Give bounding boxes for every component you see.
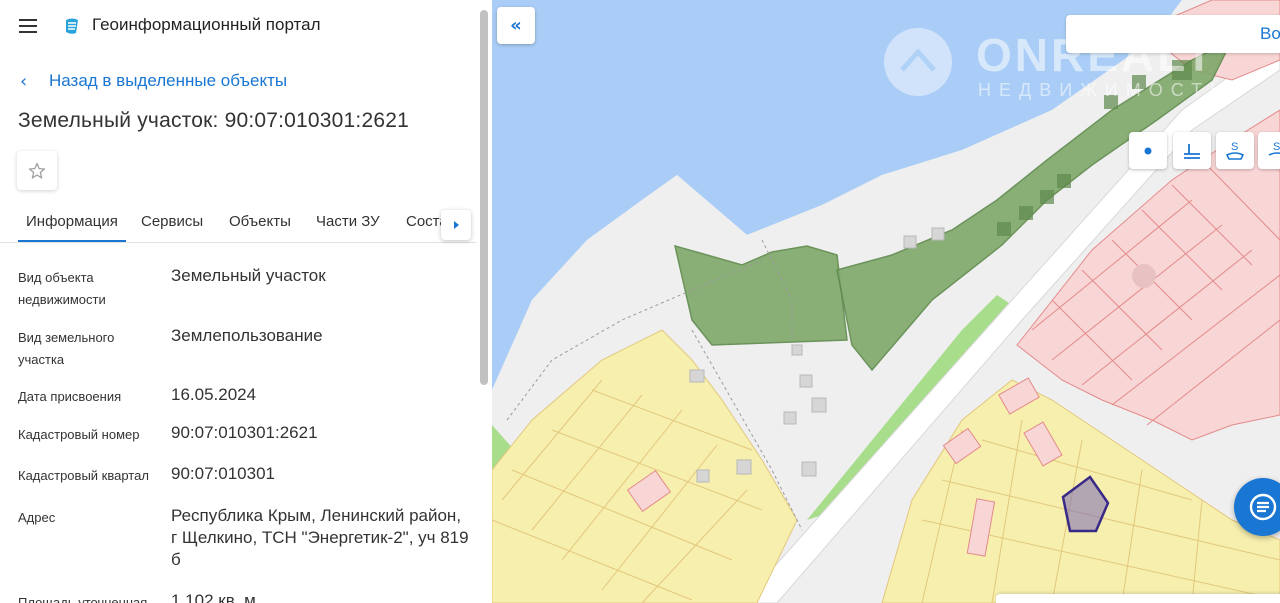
area-measure-alt-button[interactable]: S — [1258, 132, 1280, 169]
point-icon — [1144, 147, 1152, 154]
round-structure — [1132, 264, 1156, 288]
area-measure-alt-icon: S — [1268, 141, 1280, 156]
tabs-scroll-right-button[interactable] — [441, 210, 471, 240]
top-bar: Геоинформационный портал — [0, 0, 480, 52]
area-measure-button[interactable]: S — [1216, 132, 1254, 169]
tab-bar: Информация Сервисы Объекты Части ЗУ Сост… — [0, 203, 476, 243]
tab-parcel-parts[interactable]: Части ЗУ — [316, 213, 380, 230]
tab-information[interactable]: Информация — [18, 213, 126, 242]
svg-text:S: S — [1273, 141, 1280, 153]
info-value: 1 102 кв. м — [171, 591, 256, 603]
star-icon — [28, 162, 46, 179]
info-value: Землепользование — [171, 326, 323, 345]
object-title: Земельный участок: 90:07:010301:2621 — [18, 109, 409, 132]
info-label: Кадастровый номер — [18, 427, 140, 442]
back-link-label: Назад в выделенные объекты — [49, 71, 288, 90]
collapse-panel-button[interactable]: « — [497, 7, 535, 44]
svg-text:S: S — [1231, 141, 1238, 153]
tab-objects[interactable]: Объекты — [229, 213, 291, 230]
portal-title: Геоинформационный портал — [92, 15, 321, 34]
watermark-logo-icon — [884, 28, 952, 96]
info-label: Вид земельного участка — [18, 330, 115, 367]
map-search-placeholder: Во — [1260, 24, 1280, 43]
watermark-subtext: НЕДВИЖИМОСТЬ — [978, 80, 1230, 100]
caret-right-icon — [454, 221, 459, 229]
info-value: 16.05.2024 — [171, 385, 257, 404]
info-label: Вид объекта недвижимости — [18, 270, 106, 307]
portal-logo-icon — [66, 18, 78, 34]
map-search-box[interactable]: Во — [1066, 15, 1280, 53]
map-bottom-panel — [996, 594, 1280, 603]
tab-services[interactable]: Сервисы — [141, 213, 203, 230]
panel-scrollbar[interactable] — [480, 10, 488, 385]
point-tool-button[interactable] — [1129, 132, 1167, 169]
info-value: Земельный участок — [171, 266, 326, 285]
ruler-tool-button[interactable] — [1173, 132, 1211, 169]
back-link[interactable]: ‹ Назад в выделенные объекты — [20, 69, 287, 93]
info-value: 90:07:010301 — [171, 464, 275, 483]
chevron-left-icon: ‹ — [20, 70, 28, 92]
info-label: Адрес — [18, 510, 56, 525]
info-value: 90:07:010301:2621 — [171, 423, 318, 442]
info-panel: Геоинформационный портал ‹ Назад в выдел… — [0, 0, 492, 603]
info-label: Кадастровый квартал — [18, 468, 149, 483]
menu-icon[interactable] — [17, 14, 41, 38]
chat-icon — [1249, 493, 1277, 521]
info-value: Республика Крым, Ленинский район, г Щелк… — [171, 506, 469, 569]
info-label: Площадь уточненная — [18, 595, 148, 603]
favorite-button[interactable] — [17, 151, 57, 190]
ruler-icon — [1184, 143, 1200, 159]
info-label: Дата присвоения — [18, 389, 122, 404]
area-measure-icon: S — [1225, 141, 1245, 160]
